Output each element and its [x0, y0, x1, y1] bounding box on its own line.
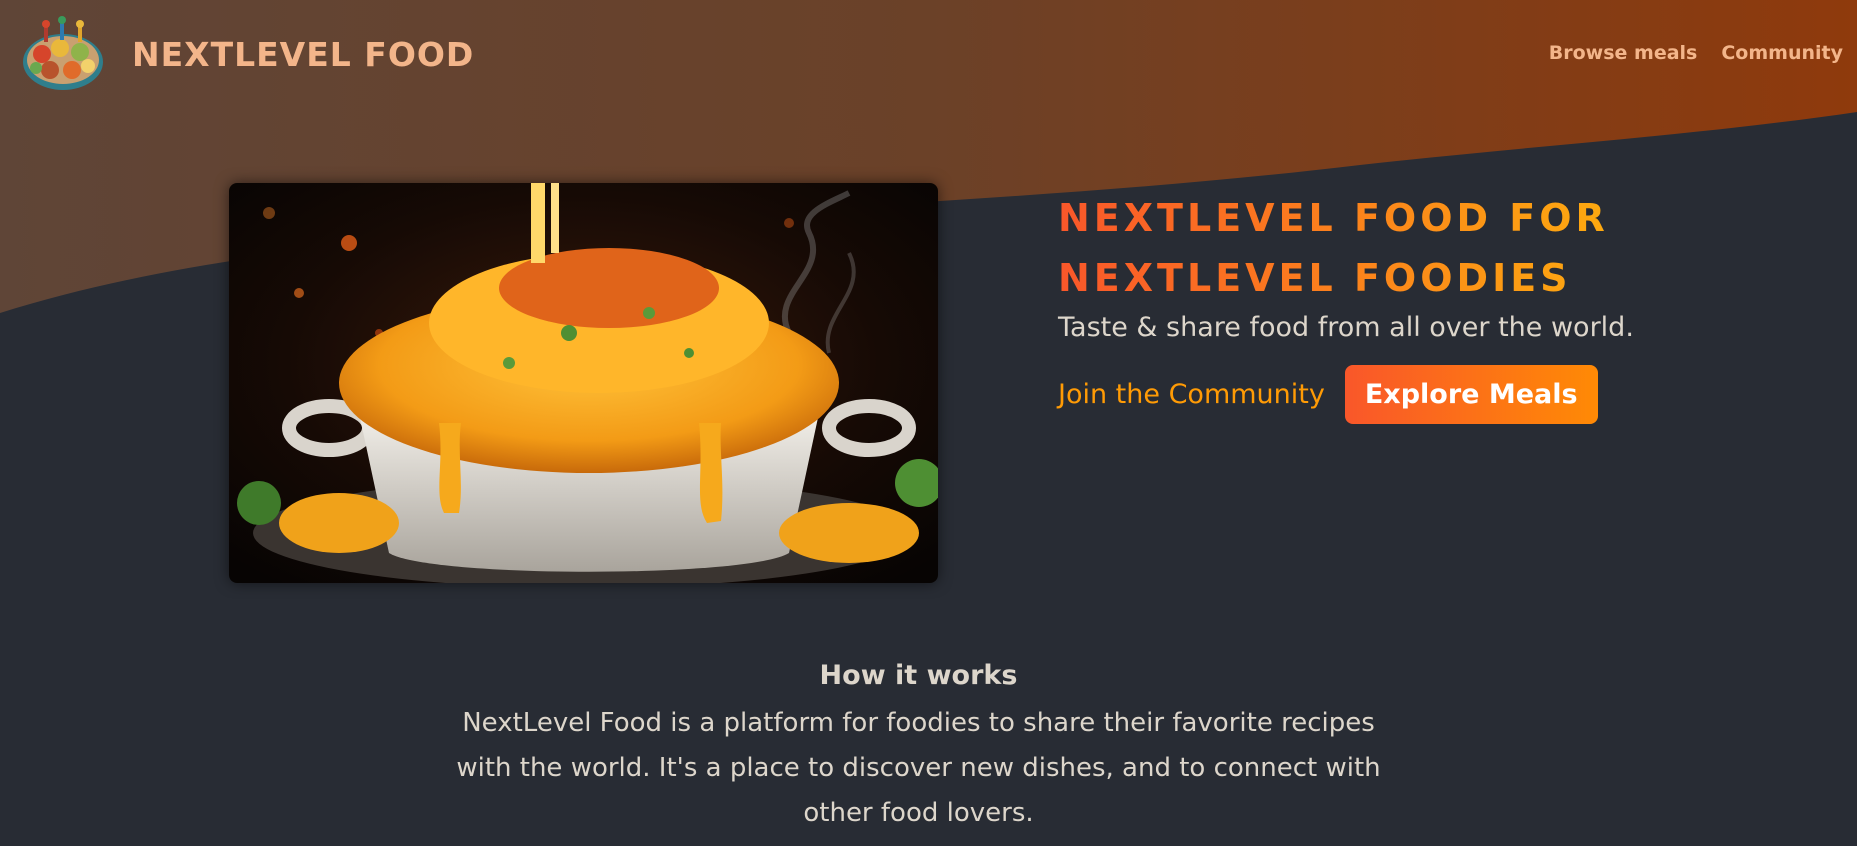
hero-cta-row: Join the Community Explore Meals — [1058, 365, 1818, 424]
hero-subtitle: Taste & share food from all over the wor… — [1058, 312, 1634, 343]
how-it-works-section: How it works NextLevel Food is a platfor… — [0, 660, 1837, 836]
page: NEXTLEVEL FOOD Browse meals Community NE… — [0, 0, 1857, 846]
brand-name: NEXTLEVEL FOOD — [132, 34, 475, 74]
main-nav: Browse meals Community — [1549, 42, 1843, 64]
explore-meals-button[interactable]: Explore Meals — [1344, 365, 1598, 424]
home-logo-link[interactable]: NEXTLEVEL FOOD — [20, 14, 474, 94]
hero-content: NEXTLEVEL FOOD FOR NEXTLEVEL FOODIES Tas… — [1058, 188, 1818, 424]
join-community-link[interactable]: Join the Community — [1058, 379, 1325, 410]
hero-title: NEXTLEVEL FOOD FOR NEXTLEVEL FOODIES — [1058, 188, 1818, 308]
hero-title-line-2: NEXTLEVEL FOODIES — [1058, 256, 1572, 300]
site-header: NEXTLEVEL FOOD Browse meals Community — [0, 0, 1857, 110]
hero-image — [229, 183, 938, 583]
food-platter-icon — [23, 16, 103, 90]
mac-and-cheese-photo — [229, 183, 938, 583]
how-it-works-body: NextLevel Food is a platform for foodies… — [456, 708, 1381, 828]
nav-community[interactable]: Community — [1721, 42, 1843, 64]
nav-browse-meals[interactable]: Browse meals — [1549, 42, 1698, 64]
how-it-works-heading: How it works — [819, 660, 1018, 691]
hero-title-line-1: NEXTLEVEL FOOD FOR — [1058, 196, 1609, 240]
